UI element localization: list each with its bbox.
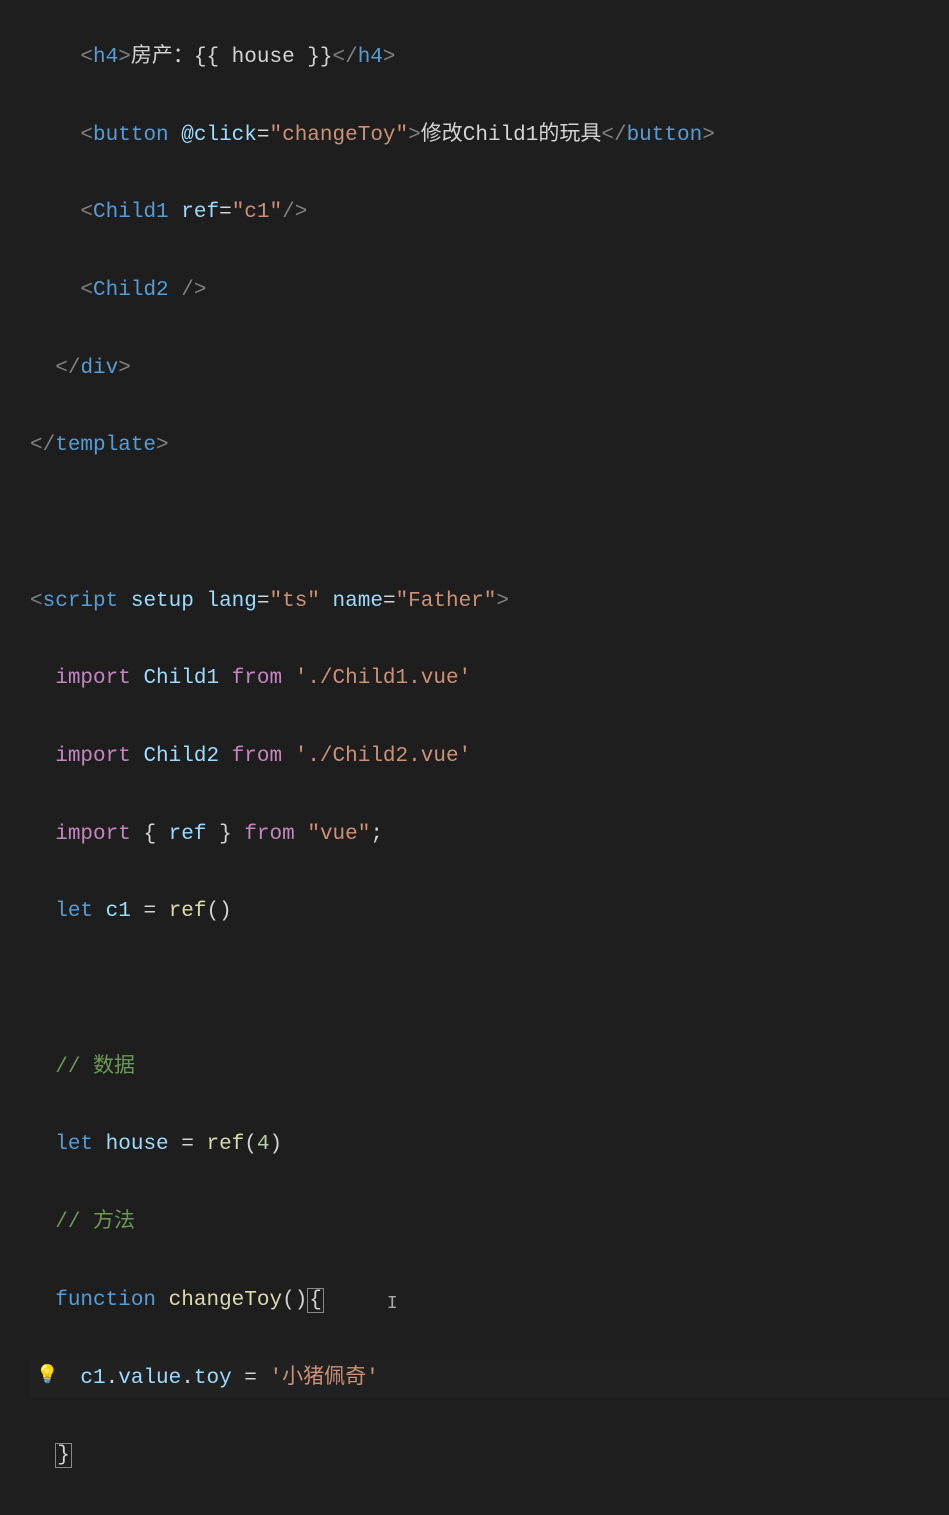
code-line[interactable]: // 方法 (30, 1204, 949, 1243)
code-line[interactable] (30, 971, 949, 1010)
code-line[interactable]: import Child1 from './Child1.vue' (30, 660, 949, 699)
code-line[interactable]: <script setup lang="ts" name="Father"> (30, 583, 949, 622)
code-line[interactable]: import Child2 from './Child2.vue' (30, 738, 949, 777)
code-line[interactable]: <button @click="changeToy">修改Child1的玩具</… (30, 117, 949, 156)
code-line[interactable]: 💡 c1.value.toy = '小猪佩奇' (30, 1360, 949, 1399)
text-cursor-icon: I (387, 1294, 398, 1314)
code-line[interactable]: </template> (30, 427, 949, 466)
lightbulb-icon[interactable]: 💡 (36, 1360, 58, 1393)
code-line[interactable]: import { ref } from "vue"; (30, 816, 949, 855)
code-line[interactable]: <h4>房产：{{ house }}</h4> (30, 39, 949, 78)
code-line[interactable]: </div> (30, 350, 949, 389)
code-line[interactable]: } (30, 1437, 949, 1476)
code-line[interactable]: // 数据 (30, 1049, 949, 1088)
code-editor[interactable]: <h4>房产：{{ house }}</h4> <button @click="… (0, 0, 949, 1515)
code-line[interactable] (30, 505, 949, 544)
code-line[interactable]: let house = ref(4) (30, 1126, 949, 1165)
code-line[interactable]: function changeToy(){ I (30, 1282, 949, 1321)
code-line[interactable]: <Child2 /> (30, 272, 949, 311)
code-line[interactable]: <Child1 ref="c1"/> (30, 194, 949, 233)
code-line[interactable]: let c1 = ref() (30, 893, 949, 932)
